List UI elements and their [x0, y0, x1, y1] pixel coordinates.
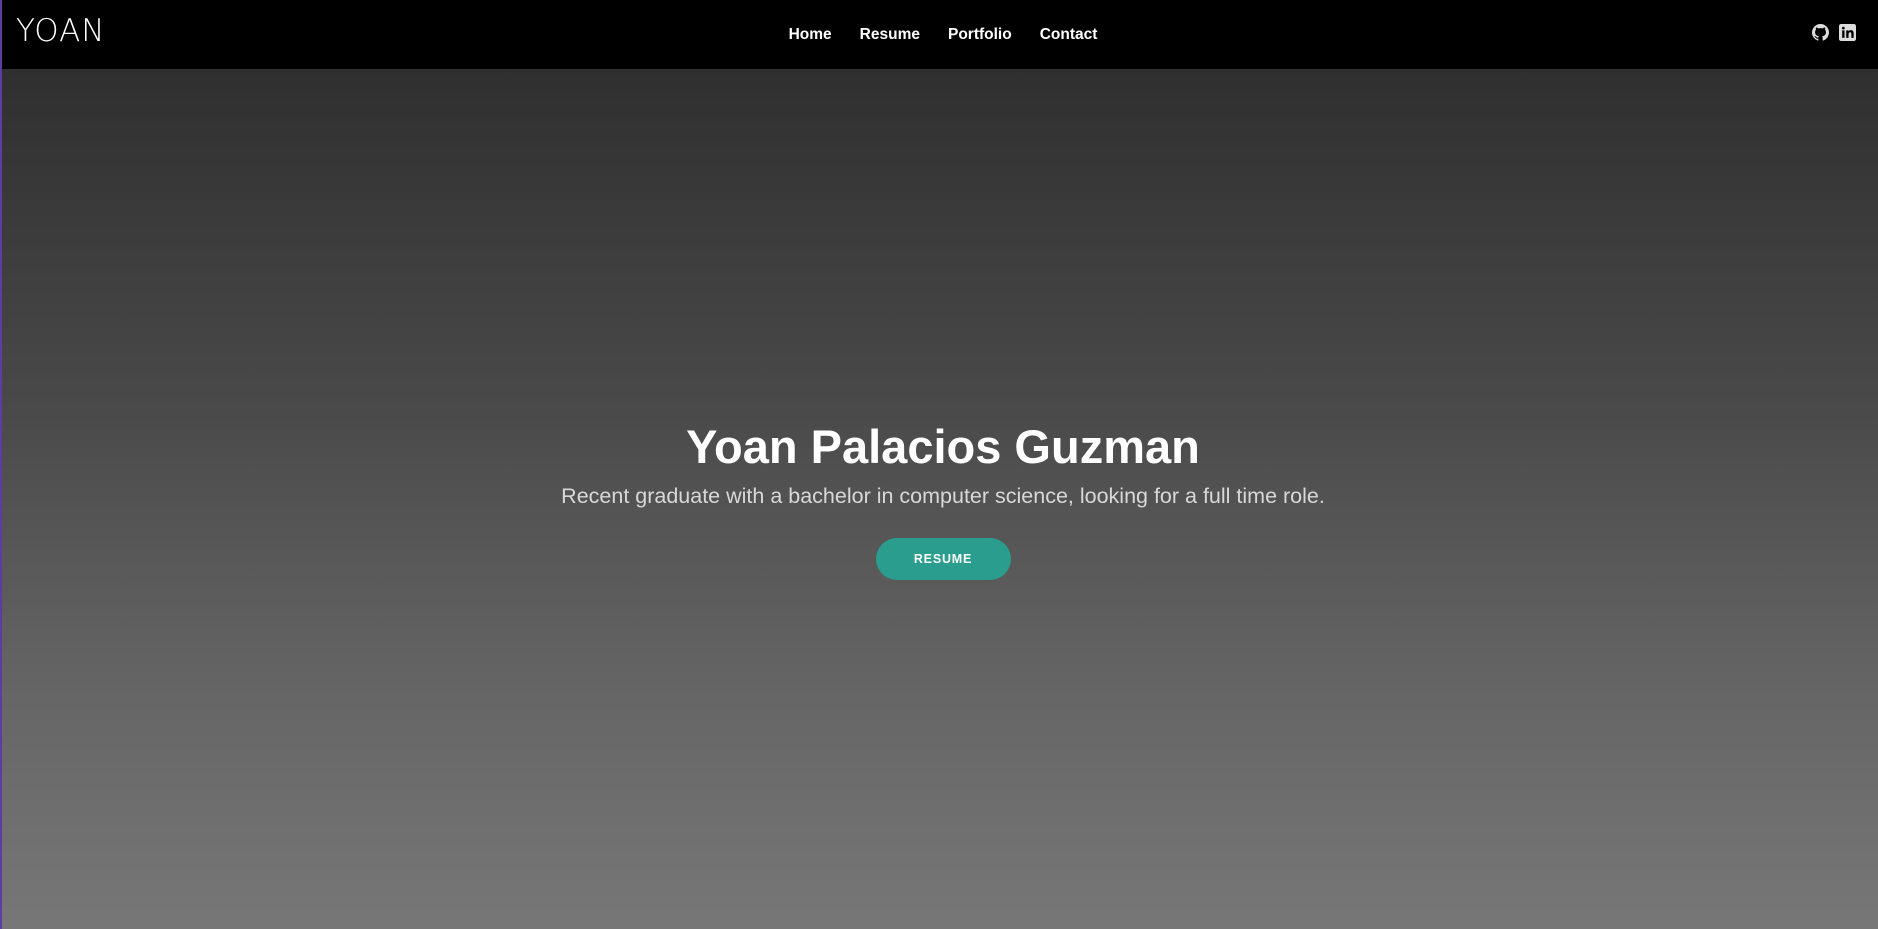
github-icon[interactable] — [1812, 24, 1829, 41]
hero-content: Yoan Palacios Guzman Recent graduate wit… — [2, 420, 1878, 580]
hero-title: Yoan Palacios Guzman — [686, 420, 1200, 473]
hero-section: Yoan Palacios Guzman Recent graduate wit… — [2, 69, 1878, 929]
nav-link-contact[interactable]: Contact — [1040, 26, 1098, 44]
navbar: YOAN Home Resume Portfolio Contact — [2, 0, 1878, 69]
linkedin-icon[interactable] — [1839, 24, 1856, 41]
social-links — [1812, 24, 1856, 41]
hero-subtitle: Recent graduate with a bachelor in compu… — [561, 484, 1325, 508]
page: YOAN Home Resume Portfolio Contact Yoan … — [0, 0, 1878, 929]
nav-link-portfolio[interactable]: Portfolio — [948, 26, 1012, 44]
resume-button[interactable]: RESUME — [875, 538, 1011, 580]
nav-link-home[interactable]: Home — [789, 26, 832, 44]
nav-link-resume[interactable]: Resume — [860, 26, 920, 44]
nav-links: Home Resume Portfolio Contact — [2, 0, 1878, 69]
